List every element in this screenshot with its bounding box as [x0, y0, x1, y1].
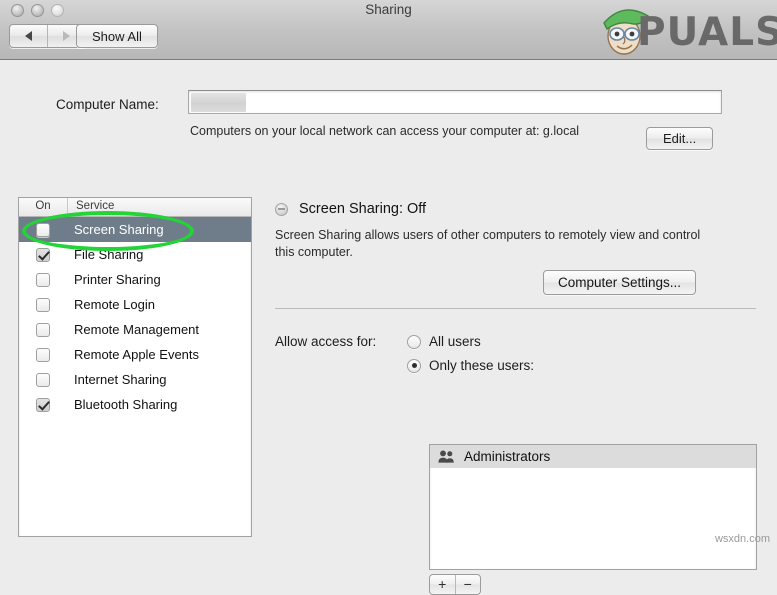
service-name-label: Remote Login — [67, 297, 155, 312]
back-arrow-icon — [25, 31, 32, 41]
computer-settings-button[interactable]: Computer Settings... — [543, 270, 696, 295]
radio-only-these-users[interactable]: Only these users: — [407, 358, 534, 373]
radio-all-users-label: All users — [429, 334, 481, 349]
service-row-remote-login[interactable]: Remote Login — [19, 292, 251, 317]
service-name-label: Remote Apple Events — [67, 347, 199, 362]
sharing-preferences-window: Sharing Show All PUALS — [0, 0, 777, 550]
computer-name-note: Computers on your local network can acce… — [190, 123, 640, 140]
radio-only-these-users-label: Only these users: — [429, 358, 534, 373]
service-name-label: Printer Sharing — [67, 272, 161, 287]
service-checkbox[interactable] — [36, 273, 50, 287]
service-checkbox-cell — [19, 398, 67, 412]
group-users-icon — [438, 450, 455, 463]
column-header-on: On — [19, 198, 68, 216]
service-description: Screen Sharing allows users of other com… — [275, 227, 715, 261]
add-remove-user-controls: + − — [429, 574, 481, 595]
preference-pane-content: Computer Name: Computers on your local n… — [0, 61, 777, 550]
edit-button[interactable]: Edit... — [646, 127, 713, 150]
status-off-indicator-icon — [275, 203, 288, 216]
section-divider — [275, 308, 756, 309]
user-name: Administrators — [464, 449, 550, 464]
radio-all-users-control[interactable] — [407, 335, 421, 349]
service-row-file-sharing[interactable]: File Sharing — [19, 242, 251, 267]
service-checkbox-cell — [19, 373, 67, 387]
service-checkbox[interactable] — [36, 398, 50, 412]
services-list[interactable]: On Service Screen Sharing File Sharing Pri… — [18, 197, 252, 537]
service-name-label: Screen Sharing — [67, 222, 164, 237]
service-checkbox[interactable] — [36, 323, 50, 337]
computer-name-label: Computer Name: — [56, 97, 159, 112]
computer-name-input[interactable] — [188, 90, 722, 114]
site-watermark: wsxdn.com — [715, 533, 770, 545]
service-row-screen-sharing[interactable]: Screen Sharing — [19, 217, 251, 242]
service-checkbox-cell — [19, 223, 67, 237]
service-checkbox-cell — [19, 348, 67, 362]
allowed-users-list[interactable]: Administrators — [429, 444, 757, 570]
service-checkbox-cell — [19, 323, 67, 337]
window-toolbar: Sharing Show All PUALS — [0, 0, 777, 60]
service-row-remote-apple-events[interactable]: Remote Apple Events — [19, 342, 251, 367]
service-checkbox[interactable] — [36, 223, 50, 237]
show-all-button[interactable]: Show All — [76, 24, 158, 48]
service-checkbox-cell — [19, 248, 67, 262]
service-name-label: Bluetooth Sharing — [67, 397, 177, 412]
redacted-value-block — [191, 93, 246, 112]
service-checkbox[interactable] — [36, 248, 50, 262]
add-user-button[interactable]: + — [430, 575, 455, 594]
list-item[interactable]: Administrators — [430, 445, 756, 468]
back-button[interactable] — [10, 25, 47, 47]
forward-arrow-icon — [63, 31, 70, 41]
service-name-label: Internet Sharing — [67, 372, 167, 387]
radio-all-users[interactable]: All users — [407, 334, 481, 349]
service-checkbox-cell — [19, 298, 67, 312]
service-checkbox[interactable] — [36, 348, 50, 362]
remove-user-button[interactable]: − — [455, 575, 481, 594]
service-name-label: Remote Management — [67, 322, 199, 337]
service-row-remote-management[interactable]: Remote Management — [19, 317, 251, 342]
service-status-row: Screen Sharing: Off — [275, 201, 426, 217]
service-status-text: Screen Sharing: Off — [299, 201, 426, 217]
service-checkbox-cell — [19, 273, 67, 287]
service-row-printer-sharing[interactable]: Printer Sharing — [19, 267, 251, 292]
navigation-segmented-control — [9, 24, 86, 48]
service-checkbox[interactable] — [36, 298, 50, 312]
radio-only-these-users-control[interactable] — [407, 359, 421, 373]
services-list-header: On Service — [19, 198, 251, 217]
column-header-service: Service — [68, 198, 251, 216]
allow-access-label: Allow access for: — [275, 334, 376, 349]
service-row-bluetooth-sharing[interactable]: Bluetooth Sharing — [19, 392, 251, 417]
service-name-label: File Sharing — [67, 247, 143, 262]
service-row-internet-sharing[interactable]: Internet Sharing — [19, 367, 251, 392]
window-title: Sharing — [0, 2, 777, 17]
service-checkbox[interactable] — [36, 373, 50, 387]
